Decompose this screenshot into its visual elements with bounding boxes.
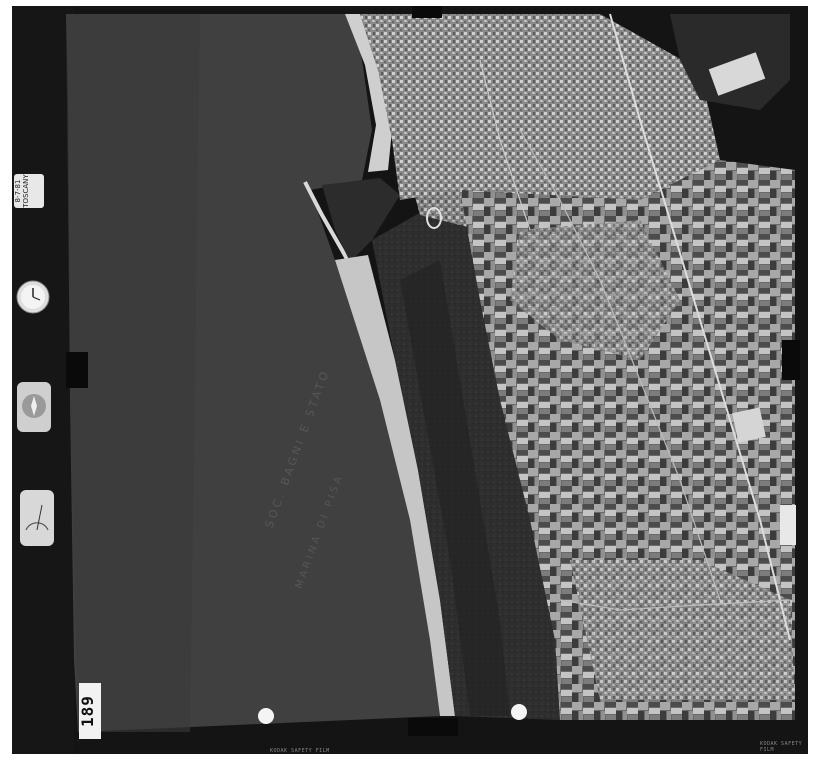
film-edge-text-left: KODAK SAFETY FILM (270, 748, 330, 754)
clock-icon (16, 280, 50, 314)
fiducial-hole-left (258, 708, 274, 724)
frame-label: 8-7-81 TOSCANY (14, 174, 44, 208)
frame-number: 189 (78, 683, 101, 739)
level-gauge-icon (20, 490, 54, 546)
aerial-photo (12, 6, 808, 754)
fiducial-hole-right (511, 704, 527, 720)
film-inner-left (12, 6, 74, 754)
frame-label-text: 8-7-81 TOSCANY (14, 174, 30, 208)
compass-icon (17, 382, 51, 432)
film-edge-text-right: KODAK SAFETY FILM (760, 741, 803, 753)
